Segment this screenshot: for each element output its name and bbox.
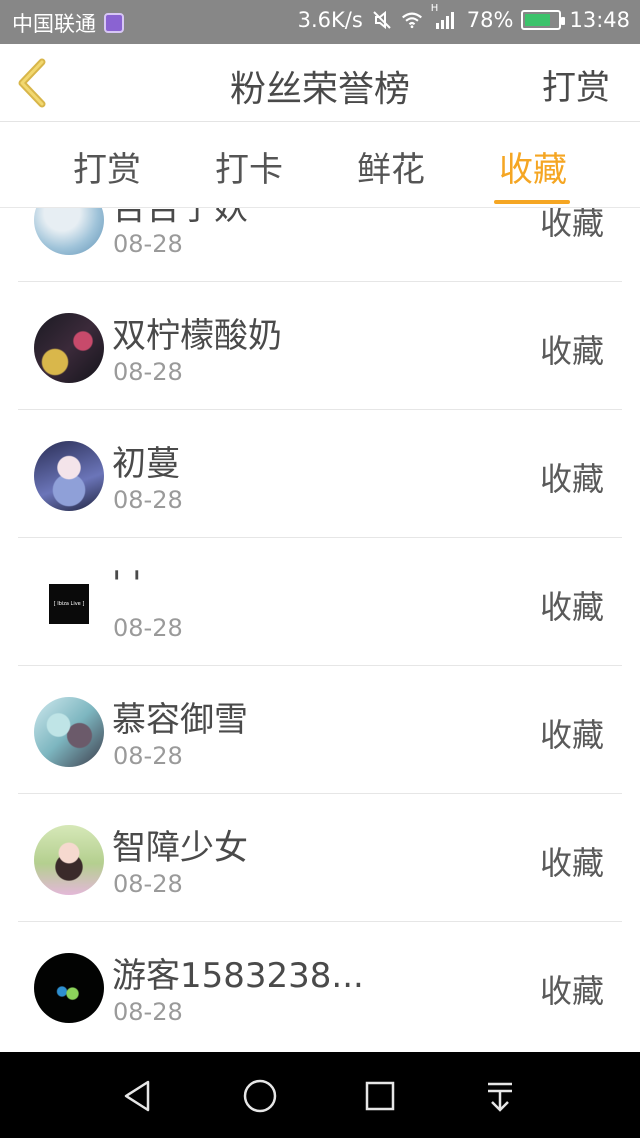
tab-favorites[interactable]: 收藏 [478,142,588,191]
user-name: 双柠檬酸奶 [112,316,282,356]
system-nav-bar [0,1052,640,1138]
date-label: 08-28 [113,998,183,1026]
status-bar: 中国联通 3.6K/s H 78% 13:48 [0,0,640,44]
tab-flowers[interactable]: 鲜花 [336,142,446,191]
active-tab-indicator [494,200,570,204]
top-nav-bar: 粉丝荣誉榜 打赏 [0,44,640,122]
nav-home-button[interactable] [238,1074,282,1118]
tab-reward[interactable]: 打赏 [52,142,162,191]
tab-checkin[interactable]: 打卡 [194,142,304,191]
square-recents-icon [365,1081,395,1111]
list-item[interactable]: 慕容御雪 08-28 收藏 [18,666,622,794]
status-right: 3.6K/s H 78% 13:48 [297,3,630,32]
date-label: 08-28 [113,870,183,898]
date-label: 08-28 [113,358,183,386]
action-label: 收藏 [539,460,604,498]
app-notification-icon [104,13,124,33]
action-label: 收藏 [539,844,604,882]
circle-home-icon [243,1079,277,1113]
user-name: 初蔓 [112,444,180,484]
triangle-back-icon [124,1080,150,1112]
list-item[interactable]: 游客1583238... 08-28 收藏 [18,922,622,1050]
action-label: 收藏 [539,588,604,626]
battery-level-fill [525,14,551,26]
date-label: 08-28 [113,230,183,258]
date-label: 08-28 [113,486,183,514]
avatar[interactable] [34,697,104,767]
date-label: 08-28 [113,614,183,642]
avatar[interactable] [34,208,104,255]
action-label: 收藏 [539,716,604,754]
wifi-icon [401,9,423,31]
user-name: 智障少女 [112,828,248,868]
clock: 13:48 [569,8,630,32]
status-left: 中国联通 [12,8,124,38]
nav-recents-button[interactable] [358,1074,402,1118]
list-item[interactable]: 双柠檬酸奶 08-28 收藏 [18,282,622,410]
nav-notifications-button[interactable] [478,1074,522,1118]
avatar[interactable] [34,825,104,895]
battery-icon [521,10,566,30]
carrier-name: 中国联通 [12,12,96,36]
network-speed: 3.6K/s [297,8,363,32]
action-label: 收藏 [539,208,604,242]
avatar[interactable]: [ Ibiza Live ] [34,569,104,639]
user-name: 游客1583238... [112,956,364,996]
avatar[interactable] [34,953,104,1023]
date-label: 08-28 [113,742,183,770]
avatar-image: [ Ibiza Live ] [49,584,89,624]
user-name: ' ' [112,564,142,604]
list-item[interactable]: 智障少女 08-28 收藏 [18,794,622,922]
avatar[interactable] [34,441,104,511]
battery-percent: 78% [466,8,514,32]
avatar[interactable] [34,313,104,383]
list-item[interactable]: 初蔓 08-28 收藏 [18,410,622,538]
cellular-signal-icon: H [431,3,459,31]
user-name: 吉吉子妖 [112,208,248,228]
reward-button[interactable]: 打赏 [542,60,610,109]
fan-list[interactable]: 吉吉子妖 08-28 收藏 双柠檬酸奶 08-28 收藏 初蔓 08-28 收藏… [0,208,640,1052]
action-label: 收藏 [539,972,604,1010]
list-item[interactable]: 吉吉子妖 08-28 收藏 [18,208,622,282]
mute-icon [371,9,393,31]
user-name: 慕容御雪 [112,700,248,740]
nav-back-button[interactable] [116,1074,160,1118]
action-label: 收藏 [539,332,604,370]
tab-bar: 打赏 打卡 鲜花 收藏 [0,122,640,208]
pull-down-icon [488,1082,512,1112]
signal-type-label: H [430,3,439,14]
list-item[interactable]: [ Ibiza Live ] ' ' 08-28 收藏 [18,538,622,666]
